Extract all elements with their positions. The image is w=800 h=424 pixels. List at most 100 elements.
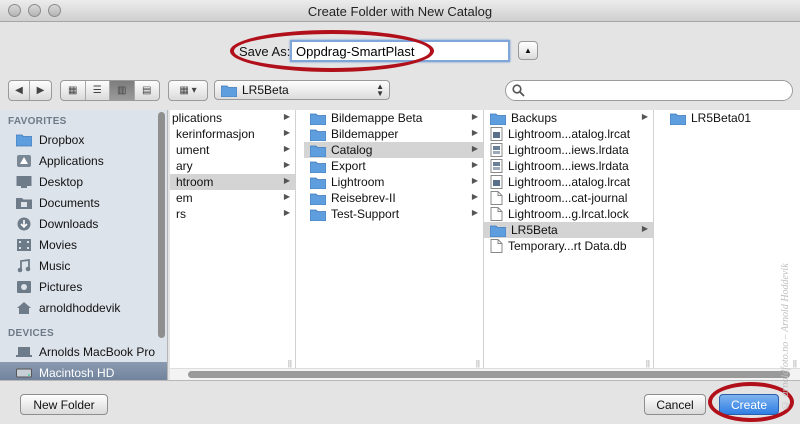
title-bar: Create Folder with New Catalog bbox=[0, 0, 800, 22]
chevron-right-icon: ▶ bbox=[471, 160, 478, 169]
sidebar-item-documents[interactable]: Documents bbox=[0, 192, 167, 213]
sidebar-item-label: Pictures bbox=[39, 279, 83, 294]
list-item[interactable]: Lightroom...atalog.lrcat bbox=[484, 174, 653, 190]
list-view-button[interactable]: ☰ bbox=[86, 81, 110, 100]
list-item[interactable]: Export ▶ bbox=[304, 158, 483, 174]
document-icon bbox=[490, 239, 503, 253]
search-field[interactable] bbox=[505, 80, 793, 101]
list-item-label: kerinformasjon bbox=[176, 127, 255, 141]
save-as-label: Save As: bbox=[239, 44, 291, 59]
back-forward-buttons: ◀ ▶ bbox=[8, 80, 52, 101]
list-item-label: Lightroom...g.lrcat.lock bbox=[508, 207, 629, 221]
arrange-icon: ▦ ▾ bbox=[179, 85, 197, 96]
sidebar-item-arnolds-macbook-pro[interactable]: Arnolds MacBook Pro bbox=[0, 341, 167, 362]
list-item[interactable]: ary ▶ bbox=[170, 158, 295, 174]
sidebar-item-desktop[interactable]: Desktop bbox=[0, 171, 167, 192]
browser-column-3: Backups ▶ Lightroom...atalog.lrcat Lightroo… bbox=[484, 110, 654, 368]
folder-icon bbox=[310, 193, 326, 205]
list-item-label: Reisebrev-II bbox=[331, 191, 396, 205]
list-item-label: Export bbox=[331, 159, 366, 173]
sidebar-item-pictures[interactable]: Pictures bbox=[0, 276, 167, 297]
pictures-icon bbox=[17, 280, 31, 293]
list-item[interactable]: Catalog ▶ bbox=[304, 142, 483, 158]
folder-icon bbox=[490, 113, 506, 125]
document-icon bbox=[490, 191, 503, 205]
arrange-popup[interactable]: ▦ ▾ bbox=[168, 80, 208, 101]
list-item-label: rs bbox=[176, 207, 186, 221]
sidebar-item-movies[interactable]: Movies bbox=[0, 234, 167, 255]
column-view-button[interactable]: ▥ bbox=[110, 81, 135, 100]
home-icon bbox=[17, 301, 31, 314]
list-item[interactable]: em ▶ bbox=[170, 190, 295, 206]
list-item[interactable]: ument ▶ bbox=[170, 142, 295, 158]
folder-icon bbox=[310, 161, 326, 173]
list-item[interactable]: kerinformasjon ▶ bbox=[170, 126, 295, 142]
list-item[interactable]: LR5Beta01 bbox=[664, 110, 800, 126]
chevron-right-icon: ▶ bbox=[283, 208, 290, 217]
list-item-label: Bildemappe Beta bbox=[331, 111, 423, 125]
list-item-label: Temporary...rt Data.db bbox=[508, 239, 627, 253]
expand-dialog-button[interactable]: ▲ bbox=[518, 41, 538, 60]
sidebar-item-dropbox[interactable]: Dropbox bbox=[0, 129, 167, 150]
forward-button[interactable]: ▶ bbox=[30, 81, 51, 100]
document-icon bbox=[490, 207, 503, 221]
sidebar-item-arnoldhoddevik[interactable]: arnoldhoddevik bbox=[0, 297, 167, 318]
list-item[interactable]: Test-Support ▶ bbox=[304, 206, 483, 222]
list-item[interactable]: LR5Beta ▶ bbox=[484, 222, 653, 238]
create-button[interactable]: Create bbox=[719, 394, 779, 415]
list-item-label: em bbox=[176, 191, 193, 205]
sidebar-scrollbar[interactable] bbox=[158, 112, 165, 338]
list-item-label: Lightroom...cat-journal bbox=[508, 191, 628, 205]
list-item[interactable]: Lightroom...g.lrcat.lock bbox=[484, 206, 653, 222]
lightroom-catalog-icon bbox=[490, 175, 503, 189]
column-resize-handle[interactable]: || bbox=[646, 359, 650, 368]
list-item[interactable]: Temporary...rt Data.db bbox=[484, 238, 653, 254]
save-as-input[interactable] bbox=[290, 40, 510, 62]
chevron-right-icon: ▶ bbox=[641, 224, 648, 233]
horizontal-scrollbar[interactable] bbox=[170, 368, 800, 380]
folder-icon bbox=[490, 225, 506, 237]
list-item[interactable]: Lightroom ▶ bbox=[304, 174, 483, 190]
icon-view-button[interactable]: ▦ bbox=[61, 81, 86, 100]
grid-icon: ▦ bbox=[68, 85, 78, 96]
list-item[interactable]: Reisebrev-II ▶ bbox=[304, 190, 483, 206]
list-item[interactable]: Lightroom...cat-journal bbox=[484, 190, 653, 206]
column-resize-handle[interactable]: || bbox=[288, 359, 292, 368]
downloads-icon bbox=[17, 217, 31, 230]
list-item[interactable]: Backups ▶ bbox=[484, 110, 653, 126]
column-resize-handle[interactable]: || bbox=[476, 359, 480, 368]
chevron-right-icon: ▶ bbox=[471, 128, 478, 137]
path-popup[interactable]: LR5Beta ▲ ▼ bbox=[214, 80, 390, 100]
list-item[interactable]: Lightroom...iews.lrdata bbox=[484, 158, 653, 174]
list-item-label: Backups bbox=[511, 111, 558, 125]
list-item[interactable]: Lightroom...iews.lrdata bbox=[484, 142, 653, 158]
search-icon bbox=[512, 84, 525, 97]
sidebar-item-macintosh-hd[interactable]: Macintosh HD bbox=[0, 362, 167, 380]
create-folder-dialog: Create Folder with New Catalog Save As: … bbox=[0, 0, 800, 424]
folder-icon bbox=[310, 129, 326, 141]
applications-icon bbox=[17, 154, 31, 167]
list-item[interactable]: plications ▶ bbox=[170, 110, 295, 126]
path-label: LR5Beta bbox=[242, 83, 289, 97]
sidebar-item-music[interactable]: Music bbox=[0, 255, 167, 276]
new-folder-button[interactable]: New Folder bbox=[20, 394, 108, 415]
list-item-label: ument bbox=[176, 143, 210, 157]
coverflow-view-button[interactable]: ▤ bbox=[135, 81, 159, 100]
list-item[interactable]: Bildemapper ▶ bbox=[304, 126, 483, 142]
sidebar-item-label: Desktop bbox=[39, 174, 84, 189]
sidebar-item-downloads[interactable]: Downloads bbox=[0, 213, 167, 234]
list-item-label: LR5Beta bbox=[511, 223, 558, 237]
list-item[interactable]: Bildemappe Beta ▶ bbox=[304, 110, 483, 126]
folder-icon bbox=[310, 209, 326, 221]
back-button[interactable]: ◀ bbox=[9, 81, 31, 100]
cancel-button[interactable]: Cancel bbox=[644, 394, 706, 415]
list-item[interactable]: htroom ▶ bbox=[170, 174, 295, 190]
horizontal-scroll-thumb[interactable] bbox=[188, 371, 790, 378]
browser-column-1: plications ▶ kerinformasjon ▶ ument ▶ ary ▶ htro… bbox=[170, 110, 296, 368]
list-item-label: LR5Beta01 bbox=[691, 111, 752, 125]
list-item[interactable]: Lightroom...atalog.lrcat bbox=[484, 126, 653, 142]
sidebar-item-applications[interactable]: Applications bbox=[0, 150, 167, 171]
list-item[interactable]: rs ▶ bbox=[170, 206, 295, 222]
list-item-label: Catalog bbox=[331, 143, 373, 157]
back-arrow-icon: ◀ bbox=[15, 85, 23, 96]
